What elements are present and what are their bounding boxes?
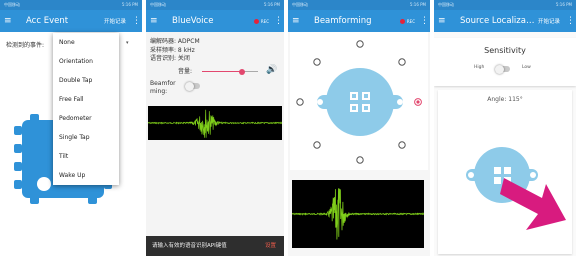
detected-event-label: 检测到的事件: <box>6 42 45 49</box>
status-carrier: 中国移动 <box>292 2 308 7</box>
acc-event-screen: 中国移动 5:16 PM ≡ Acc Event 开始记录 ⋮ 检测到的事件: … <box>0 0 142 256</box>
status-carrier: 中国移动 <box>150 2 166 7</box>
low-label: Low <box>522 65 531 70</box>
app-title: BlueVoice <box>172 16 214 26</box>
volume-row: 音量: 🔊 <box>150 65 280 76</box>
direction-radio-se <box>398 141 406 149</box>
volume-slider[interactable] <box>202 68 258 75</box>
app-title: Acc Event <box>26 16 69 26</box>
status-time: 5:16 PM <box>121 2 138 7</box>
beamforming-label-line2: ming: <box>150 88 168 95</box>
direction-radio-sw <box>313 141 321 149</box>
status-carrier: 中国移动 <box>438 2 454 7</box>
arrow-icon <box>500 178 566 230</box>
sensitivity-toggle[interactable] <box>495 64 510 74</box>
direction-radio-ne <box>398 58 406 66</box>
record-dot-icon <box>253 18 259 24</box>
start-record-button[interactable]: 开始记录 <box>104 17 126 25</box>
codec-text: 编解码器: ADPCM <box>150 38 200 45</box>
audio-waveform <box>148 106 282 140</box>
app-bar: ≡ Source Localiza… 开始记录 ⋮ <box>434 10 576 32</box>
dropdown-option[interactable]: None <box>53 33 119 52</box>
toast-action-button[interactable]: 设置 <box>265 236 276 256</box>
dropdown-option[interactable]: Pedometer <box>53 109 119 128</box>
status-bar: 中国移动 5:16 PM <box>434 0 576 10</box>
status-bar: 中国移动 5:16 PM <box>0 0 142 10</box>
dropdown-option[interactable]: Wake Up <box>53 166 119 185</box>
dropdown-option[interactable]: Tilt <box>53 147 119 166</box>
dropdown-option[interactable]: Double Tap <box>53 71 119 90</box>
direction-radio-e-selected <box>414 98 422 106</box>
sensitivity-card: Sensitivity High Low <box>434 38 576 86</box>
more-options-icon[interactable]: ⋮ <box>420 16 429 26</box>
status-bar: 中国移动 5:16 PM <box>146 0 284 10</box>
board-icon <box>317 68 403 136</box>
beamforming-label: Beamfor ming: <box>150 80 176 96</box>
event-dropdown-menu: None Orientation Double Tap Free Fall Pe… <box>53 33 119 185</box>
angle-card: Angle: 115° <box>438 90 572 254</box>
menu-icon[interactable]: ≡ <box>150 16 162 26</box>
volume-slider-fill <box>202 71 243 73</box>
more-options-icon[interactable]: ⋮ <box>132 16 141 26</box>
menu-icon[interactable]: ≡ <box>4 16 16 26</box>
beamforming-screen: 中国移动 5:16 PM ≡ Beamforming REC ⋮ <box>288 0 430 256</box>
record-label: REC <box>260 18 269 24</box>
menu-icon[interactable]: ≡ <box>438 16 450 26</box>
source-localization-screen: 中国移动 5:16 PM ≡ Source Localiza… 开始记录 ⋮ S… <box>434 0 576 256</box>
dropdown-option[interactable]: Orientation <box>53 52 119 71</box>
volume-slider-thumb[interactable] <box>239 68 246 75</box>
beamforming-direction-selector <box>290 32 428 170</box>
app-title: Beamforming <box>314 16 372 26</box>
sensitivity-title: Sensitivity <box>484 46 526 55</box>
menu-icon[interactable]: ≡ <box>292 16 304 26</box>
direction-radio-n <box>356 40 364 48</box>
status-time: 5:16 PM <box>409 2 426 7</box>
toast-message: 请输入有效的语音识别API键值 设置 <box>146 236 284 256</box>
speech-recognition-text: 语音识别: 关闭 <box>150 55 190 63</box>
status-bar: 中国移动 5:16 PM <box>288 0 430 10</box>
status-time: 5:16 PM <box>555 2 572 7</box>
direction-radio-nw <box>313 58 321 66</box>
status-carrier: 中国移动 <box>4 2 20 7</box>
audio-info: 编解码器: ADPCM 采样频率: 8 kHz 语音识别: 关闭 <box>150 38 200 64</box>
chevron-down-icon[interactable]: ▾ <box>126 40 129 46</box>
status-time: 5:16 PM <box>263 2 280 7</box>
dropdown-option[interactable]: Single Tap <box>53 128 119 147</box>
volume-label: 音量: <box>178 68 193 75</box>
bluevoice-screen: 中国移动 5:16 PM ≡ BlueVoice REC ⋮ 编解码器: ADP… <box>146 0 284 256</box>
record-button[interactable]: REC <box>253 18 269 24</box>
direction-radio-w <box>296 98 304 106</box>
toast-text: 请输入有效的语音识别API键值 <box>152 243 227 249</box>
speaker-icon[interactable]: 🔊 <box>266 65 277 75</box>
app-title: Source Localiza… <box>460 16 535 26</box>
sample-rate-text: 采样频率: 8 kHz <box>150 46 195 54</box>
app-bar: ≡ BlueVoice REC ⋮ <box>146 10 284 32</box>
record-label: REC <box>406 18 415 24</box>
high-label: High <box>474 65 485 70</box>
beamforming-toggle[interactable] <box>185 81 200 91</box>
app-bar: ≡ Beamforming REC ⋮ <box>288 10 430 32</box>
direction-indicator <box>466 147 566 230</box>
more-options-icon[interactable]: ⋮ <box>566 16 575 26</box>
beamforming-label-line1: Beamfor <box>150 80 176 87</box>
app-bar: ≡ Acc Event 开始记录 ⋮ <box>0 10 142 32</box>
record-button[interactable]: REC <box>399 18 415 24</box>
start-record-button[interactable]: 开始记录 <box>538 17 560 25</box>
more-options-icon[interactable]: ⋮ <box>274 16 283 26</box>
dropdown-option[interactable]: Free Fall <box>53 90 119 109</box>
audio-waveform <box>292 180 424 248</box>
record-dot-icon <box>399 18 405 24</box>
direction-radio-s <box>356 156 364 164</box>
